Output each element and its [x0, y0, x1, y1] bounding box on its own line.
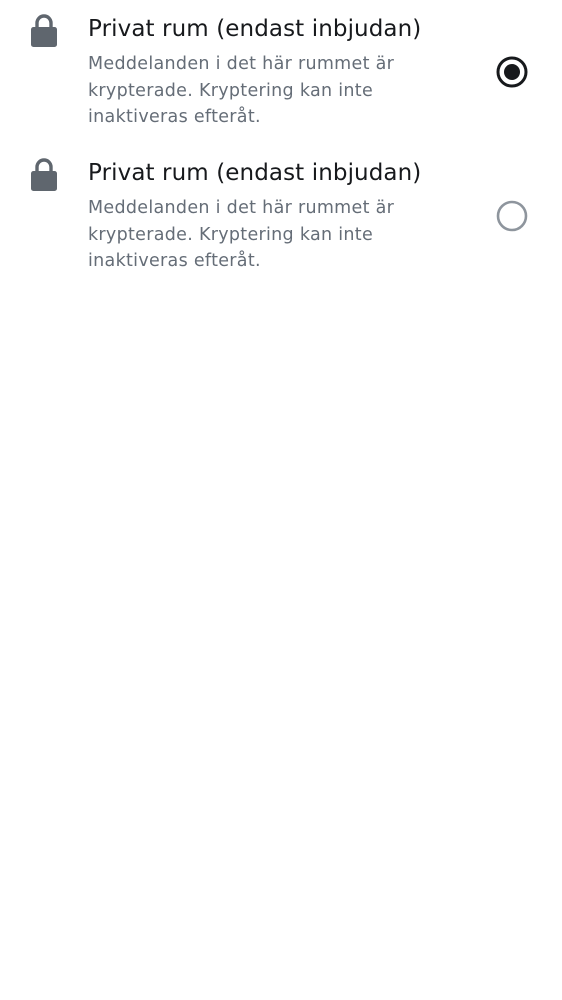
radio-button-unselected[interactable] [495, 199, 529, 233]
lock-icon [30, 14, 58, 48]
room-type-option-list: Privat rum (endast inbjudan) Meddelanden… [0, 0, 562, 288]
option-title: Privat rum (endast inbjudan) [88, 160, 422, 186]
radio-button-selected[interactable] [495, 55, 529, 89]
option-title: Privat rum (endast inbjudan) [88, 16, 422, 42]
room-type-option-encrypted-1[interactable]: Privat rum (endast inbjudan) Meddelanden… [0, 0, 562, 144]
option-description: Meddelanden i det här rummet är kryptera… [88, 54, 395, 127]
room-type-option-encrypted-2[interactable]: Privat rum (endast inbjudan) Meddelanden… [0, 144, 562, 288]
lock-icon [30, 158, 58, 192]
option-description: Meddelanden i det här rummet är kryptera… [88, 198, 395, 271]
